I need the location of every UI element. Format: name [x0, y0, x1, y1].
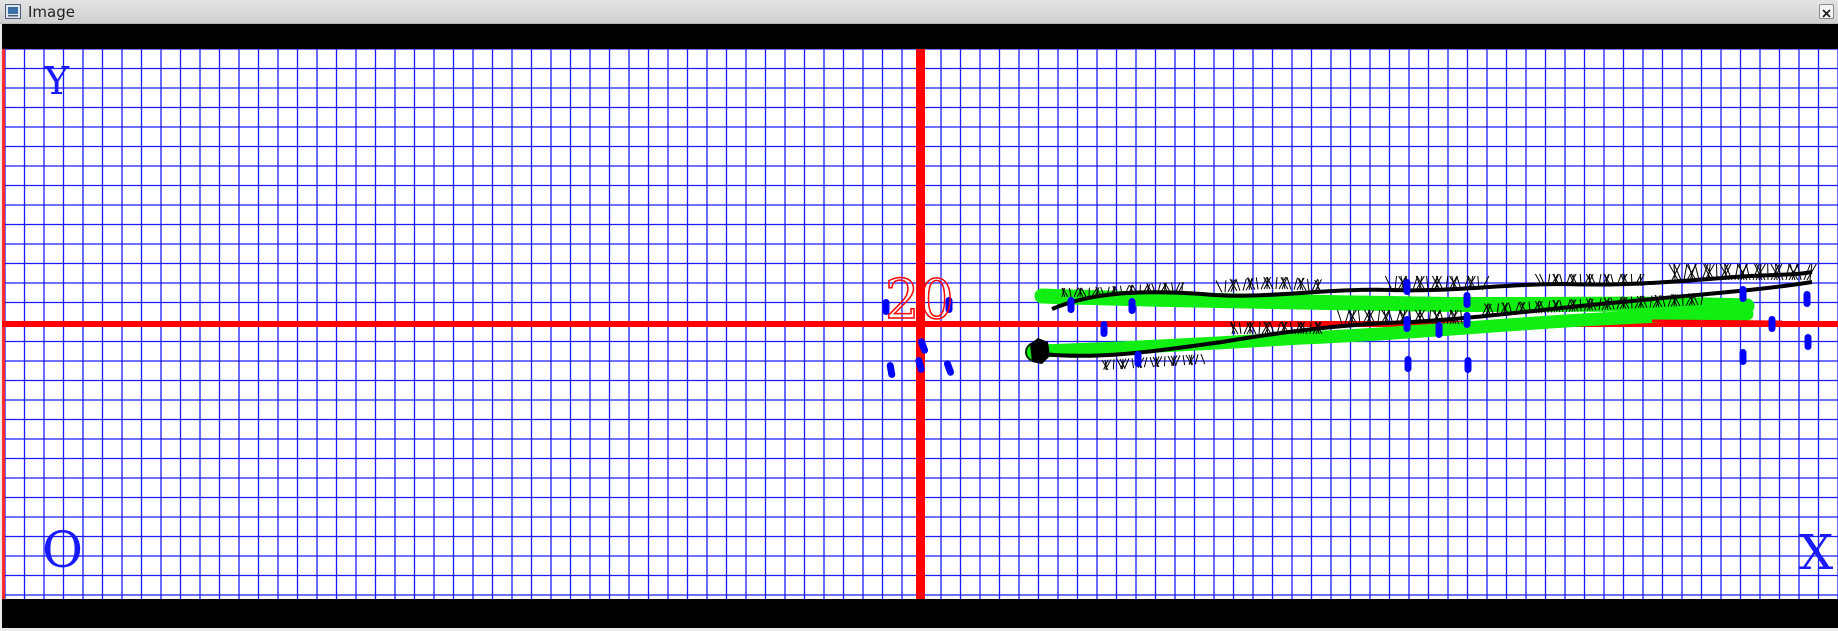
sample-point — [1067, 297, 1075, 313]
window-title: Image — [28, 3, 75, 21]
red-trace-segment — [1651, 319, 1783, 324]
origin-label: O — [42, 521, 83, 579]
sample-point — [1403, 279, 1411, 295]
image-canvas[interactable]: Y O X 20 — [2, 24, 1838, 628]
bottom-black-band — [2, 599, 1838, 628]
title-bar[interactable]: Image — [0, 0, 1838, 24]
sample-point — [1804, 334, 1812, 350]
hatch-mark — [1163, 356, 1166, 367]
hatch-mark — [1112, 359, 1115, 370]
sample-point — [1463, 292, 1471, 308]
sample-point — [1803, 291, 1811, 307]
sample-point — [1739, 349, 1747, 365]
hatch-mark — [1630, 273, 1633, 287]
sample-point — [1464, 357, 1472, 373]
marker-label-20: 20 — [885, 268, 954, 331]
sample-point — [1463, 312, 1471, 328]
image-canvas-svg: Y O X 20 — [2, 24, 1838, 628]
y-axis-label: Y — [43, 59, 70, 103]
sample-point — [1768, 316, 1776, 332]
close-icon — [1822, 9, 1831, 18]
sample-point — [1100, 321, 1108, 337]
left-border-line — [2, 49, 5, 619]
sample-point — [1403, 316, 1411, 332]
sample-point — [1134, 351, 1142, 367]
close-button[interactable] — [1819, 4, 1834, 19]
x-axis-label: X — [1799, 525, 1833, 581]
sample-point — [1435, 322, 1443, 338]
top-black-band — [2, 24, 1838, 49]
sample-point — [1128, 298, 1136, 314]
sample-point — [1739, 286, 1747, 302]
image-window-icon — [5, 4, 21, 19]
image-window: Image Y O X 20 — [0, 0, 1838, 631]
sample-point — [1404, 356, 1412, 372]
hatch-mark — [1630, 296, 1633, 309]
